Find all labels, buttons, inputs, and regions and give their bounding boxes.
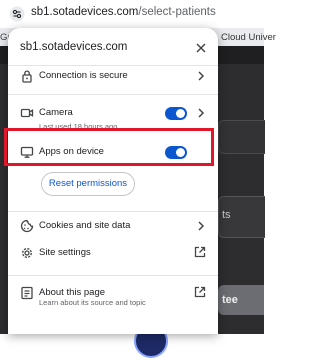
background-card (218, 120, 265, 154)
url-text[interactable]: sb1.sotadevices.com/select-patients (31, 6, 216, 18)
divider (8, 211, 218, 212)
about-page-label: About this page (39, 287, 106, 298)
highlight-box (4, 128, 214, 166)
open-external-icon (194, 246, 206, 258)
site-info-popup: sb1.sotadevices.com Connection is secure… (8, 28, 218, 334)
info-page-icon (21, 286, 33, 300)
chevron-right-icon (198, 71, 205, 81)
reset-permissions-button[interactable]: Reset permissions (41, 172, 135, 196)
site-settings-row[interactable]: Site settings (8, 241, 218, 265)
camera-toggle[interactable] (165, 107, 187, 120)
gear-icon (22, 248, 32, 258)
cookies-label: Cookies and site data (39, 220, 131, 231)
toggle-knob (176, 109, 185, 118)
open-external-icon (194, 286, 206, 298)
popup-title: sb1.sotadevices.com (20, 41, 128, 53)
connection-row[interactable]: Connection is secure (8, 64, 218, 88)
divider (8, 94, 218, 95)
site-info-icon[interactable] (9, 6, 25, 22)
close-icon[interactable] (194, 41, 208, 55)
url-path: /select-patients (138, 6, 216, 18)
camera-icon (20, 108, 34, 118)
divider (8, 275, 218, 276)
chevron-right-icon (198, 221, 205, 231)
background-button-text: tee (222, 294, 238, 306)
lock-icon (22, 70, 32, 83)
cookies-row[interactable]: Cookies and site data (8, 214, 218, 238)
site-settings-label: Site settings (39, 247, 91, 258)
url-host: sb1.sotadevices.com (31, 6, 139, 18)
background-card-text: ts (222, 209, 231, 221)
address-bar[interactable]: sb1.sotadevices.com/select-patients (0, 0, 264, 28)
about-page-subtext: Learn about its source and topic (39, 298, 146, 307)
chevron-right-icon[interactable] (196, 107, 206, 119)
cookie-icon (20, 219, 34, 233)
bookmark-item-cloud[interactable]: Cloud Univer (221, 32, 276, 43)
connection-label: Connection is secure (39, 70, 128, 81)
camera-label: Camera (39, 107, 73, 118)
